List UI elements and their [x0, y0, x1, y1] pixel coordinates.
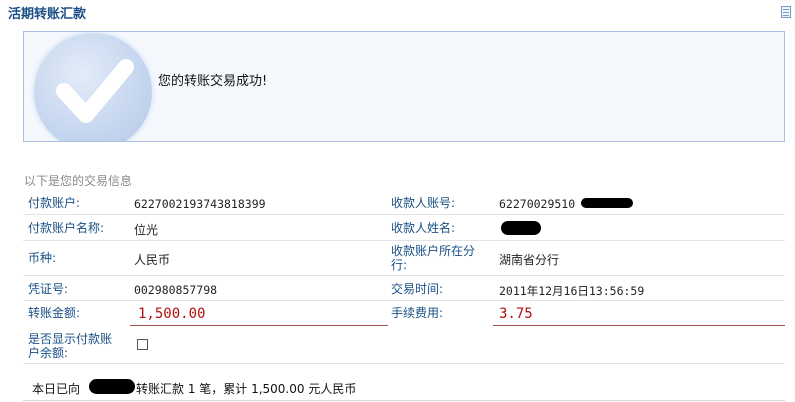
transaction-info-table: 付款账户: 6227002193743818399 收款人账号: 6227002…	[23, 190, 785, 364]
fee-label: 手续费用:	[391, 306, 444, 320]
fee-field: 3.75	[493, 303, 785, 326]
redaction-mark	[501, 221, 541, 235]
summary-suffix: 转账汇款 1 笔，累计 1,500.00 元人民币	[136, 382, 357, 396]
voucher-value: 002980857798	[134, 283, 218, 297]
payee-branch-label-line1: 收款账户所在分	[391, 244, 476, 258]
payee-account-value: 62270029510	[499, 197, 576, 211]
check-circle-icon	[34, 33, 152, 141]
voucher-label: 凭证号:	[28, 282, 69, 296]
success-panel: 您的转账交易成功!	[23, 31, 785, 142]
payer-name-label: 付款账户名称:	[28, 221, 105, 235]
info-section-title: 以下是您的交易信息	[24, 174, 133, 188]
amount-value: 1,500.00	[138, 306, 206, 322]
show-balance-checkbox[interactable]	[137, 339, 148, 350]
fee-value: 3.75	[499, 306, 533, 322]
payee-branch-value: 湖南省分行	[499, 253, 560, 267]
payer-account-value: 6227002193743818399	[134, 197, 266, 211]
amount-field: 1,500.00	[130, 303, 388, 326]
success-message: 您的转账交易成功!	[158, 74, 268, 89]
show-balance-label-line2: 户余额:	[28, 346, 69, 360]
summary-line: 本日已向 转账汇款 1 笔，累计 1,500.00 元人民币	[23, 373, 785, 401]
amount-label: 转账金额:	[28, 306, 81, 320]
currency-label: 币种:	[28, 251, 57, 265]
table-row: 是否显示付款账 户余额:	[23, 327, 785, 364]
trade-time-value: 2011年12月16日13:56:59	[499, 284, 645, 298]
trade-time-label: 交易时间:	[391, 282, 444, 296]
show-balance-label: 是否显示付款账 户余额:	[28, 332, 112, 360]
payee-name-label: 收款人姓名:	[391, 221, 456, 235]
redaction-mark	[89, 379, 135, 394]
table-row: 币种: 人民币 收款账户所在分 行: 湖南省分行	[23, 241, 785, 276]
currency-value: 人民币	[134, 253, 171, 267]
payee-account-label: 收款人账号:	[391, 196, 456, 210]
table-row: 付款账户: 6227002193743818399 收款人账号: 6227002…	[23, 190, 785, 215]
payer-name-value: 位光	[134, 223, 159, 237]
payee-branch-label: 收款账户所在分 行:	[391, 244, 475, 272]
table-row: 凭证号: 002980857798 交易时间: 2011年12月16日13:56…	[23, 276, 785, 301]
summary-prefix: 本日已向	[32, 382, 81, 396]
page-title: 活期转账汇款	[8, 7, 87, 22]
table-row: 转账金额: 1,500.00 手续费用: 3.75	[23, 301, 785, 327]
payee-branch-label-line2: 行:	[391, 258, 408, 272]
page-menu-icon[interactable]	[781, 6, 791, 18]
table-row: 付款账户名称: 位光 收款人姓名:	[23, 215, 785, 241]
redaction-mark	[581, 198, 633, 208]
show-balance-label-line1: 是否显示付款账	[28, 332, 113, 346]
payer-account-label: 付款账户:	[28, 196, 81, 210]
